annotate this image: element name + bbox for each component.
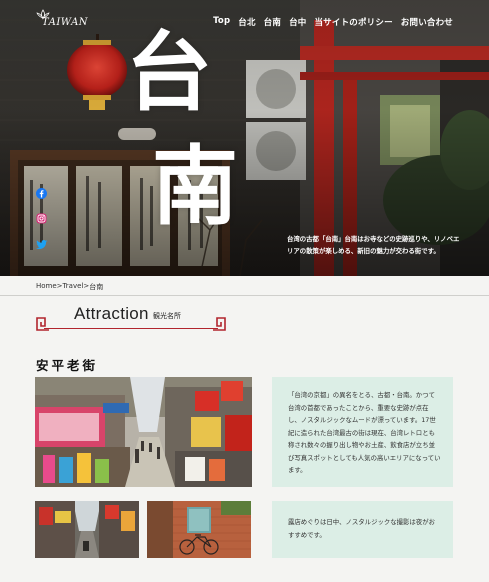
breadcrumb-home[interactable]: Home [36, 282, 57, 292]
street-market-photo [35, 377, 252, 487]
site-logo[interactable]: TAIWAN [36, 9, 88, 31]
instagram-icon[interactable] [36, 209, 47, 224]
hero-caption: 台湾の古都「台南」台南はお寺などの史跡巡りや、リノベエリアの散策が楽しめる、新旧… [287, 235, 460, 255]
old-house-bicycle-photo [147, 501, 251, 558]
nav-item-taichung[interactable]: 台中 [289, 16, 306, 28]
spot-title: 安平老街 [36, 358, 99, 373]
spot-tip: 露店めぐりは日中、ノスタルジックな撮影は夜がおすすめです。 [288, 518, 435, 539]
heading-underline [44, 328, 218, 329]
alley-shops-photo [35, 501, 139, 558]
facebook-icon[interactable] [36, 184, 47, 199]
section-heading: Attraction 観光名所 [36, 303, 226, 331]
spot-description: 「台湾の京都」の異名をとる、古都・台南。かつて台湾の首都であったことから、重要な… [288, 391, 441, 474]
global-nav: Top 台北 台南 台中 当サイトのポリシー お問い合わせ [213, 16, 453, 28]
nav-item-contact[interactable]: お問い合わせ [401, 16, 453, 28]
nav-item-tainan[interactable]: 台南 [264, 16, 281, 28]
hero-section: TAIWAN Top 台北 台南 台中 当サイトのポリシー お問い合わせ 台 南… [0, 0, 489, 276]
spot-description-panel: 「台湾の京都」の異名をとる、古都・台南。かつて台湾の首都であったことから、重要な… [272, 377, 453, 487]
section-subtitle: 観光名所 [153, 312, 181, 320]
breadcrumb-current: 台南 [89, 283, 104, 291]
hero-title-kanji-bottom: 南 [152, 136, 238, 237]
nav-item-policy[interactable]: 当サイトのポリシー [314, 16, 392, 28]
breadcrumb: Home > Travel > 台南 [36, 282, 103, 292]
breadcrumb-travel[interactable]: Travel [63, 282, 84, 292]
logo-text: TAIWAN [42, 17, 89, 28]
breadcrumb-divider [0, 295, 489, 296]
hero-title-kanji-top: 台 [126, 22, 212, 123]
spot-tip-panel: 露店めぐりは日中、ノスタルジックな撮影は夜がおすすめです。 [272, 501, 453, 558]
nav-item-top[interactable]: Top [213, 16, 230, 28]
section-title: Attraction [74, 304, 149, 323]
nav-item-taipei[interactable]: 台北 [238, 16, 255, 28]
twitter-icon[interactable] [36, 235, 48, 249]
